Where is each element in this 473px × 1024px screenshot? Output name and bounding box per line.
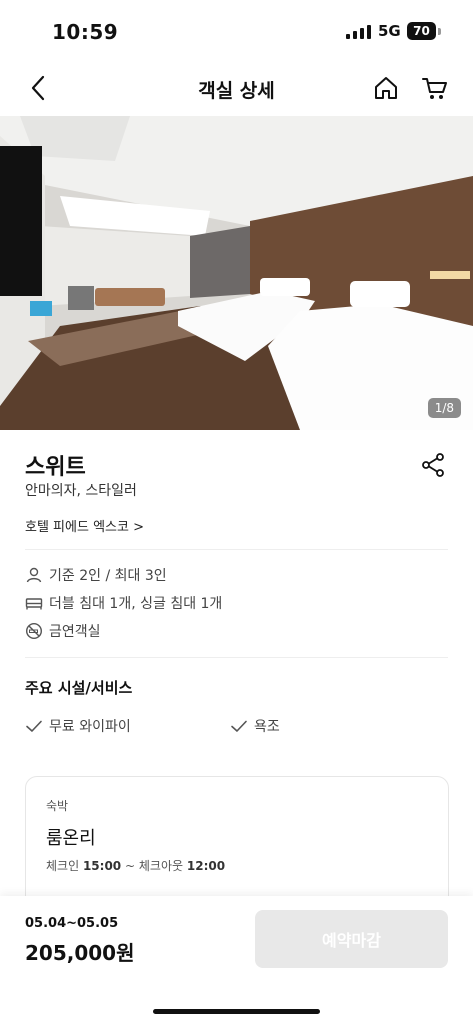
home-icon[interactable] bbox=[373, 74, 399, 102]
stay-option-title: 룸온리 bbox=[46, 828, 96, 849]
network-type: 5G bbox=[378, 22, 401, 40]
battery-tip bbox=[438, 28, 441, 35]
no-smoking-icon bbox=[25, 622, 43, 640]
divider bbox=[25, 657, 448, 658]
check-icon bbox=[231, 720, 247, 732]
amenity-label: 무료 와이파이 bbox=[49, 719, 131, 735]
bed-icon bbox=[25, 598, 43, 610]
status-time: 10:59 bbox=[52, 20, 119, 44]
home-indicator bbox=[153, 1009, 320, 1014]
battery-level: 70 bbox=[413, 24, 430, 38]
room-photo-image bbox=[0, 116, 473, 430]
booking-bar: 05.04~05.05 205,000원 예약마감 bbox=[0, 896, 473, 1024]
stay-type: 숙박 bbox=[46, 799, 69, 813]
cart-icon[interactable] bbox=[421, 74, 449, 102]
amenity-item: 욕조 bbox=[230, 716, 280, 736]
room-name: 스위트 bbox=[25, 455, 86, 480]
check-icon bbox=[26, 720, 42, 732]
signal-icon bbox=[346, 25, 371, 39]
checkout-time: 12:00 bbox=[186, 859, 226, 873]
room-photo[interactable]: 1/8 bbox=[0, 116, 473, 430]
hotel-link[interactable]: 호텔 피에드 엑스코 > bbox=[25, 516, 144, 535]
checkin-checkout: 체크인 15:00 ~ 체크아웃 12:00 bbox=[46, 857, 225, 874]
divider bbox=[25, 549, 448, 550]
room-description: 안마의자, 스타일러 bbox=[25, 483, 137, 499]
reserve-button[interactable]: 예약마감 bbox=[255, 910, 448, 968]
checkin-time: 15:00 bbox=[82, 859, 122, 873]
stay-dates[interactable]: 05.04~05.05 bbox=[25, 916, 118, 931]
smoking-text: 금연객실 bbox=[49, 624, 101, 640]
price: 205,000원 bbox=[25, 941, 135, 965]
bed-text: 더블 침대 1개, 싱글 침대 1개 bbox=[49, 596, 223, 612]
battery-icon: 70 bbox=[407, 22, 436, 40]
photo-counter: 1/8 bbox=[427, 398, 461, 418]
smoking-row: 금연객실 bbox=[25, 619, 101, 643]
person-icon bbox=[26, 567, 42, 583]
status-bar: 10:59 5G 70 bbox=[0, 0, 473, 64]
amenity-item: 무료 와이파이 bbox=[25, 716, 131, 736]
occupancy-row: 기준 2인 / 최대 3인 bbox=[25, 563, 167, 587]
page-title: 객실 상세 bbox=[198, 80, 275, 102]
occupancy-text: 기준 2인 / 최대 3인 bbox=[49, 568, 167, 584]
time-separator: ~ bbox=[124, 859, 136, 873]
share-icon[interactable] bbox=[420, 452, 446, 478]
amenity-label: 욕조 bbox=[254, 719, 280, 735]
checkout-label: 체크아웃 bbox=[138, 859, 184, 873]
bed-row: 더블 침대 1개, 싱글 침대 1개 bbox=[25, 591, 222, 615]
top-nav: 객실 상세 bbox=[0, 64, 473, 116]
amenities-title: 주요 시설/서비스 bbox=[25, 679, 133, 697]
checkin-label: 체크인 bbox=[46, 859, 80, 873]
